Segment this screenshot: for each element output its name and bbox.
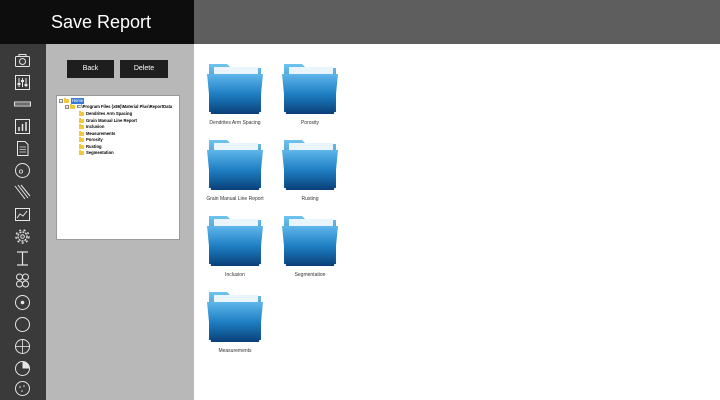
tree-item[interactable]: Rusting bbox=[79, 143, 102, 150]
tree-path[interactable]: − C:\Program Files (x86)\Material Plus\R… bbox=[65, 104, 172, 110]
folder-segmentation[interactable]: Segmentation bbox=[272, 210, 348, 278]
folder-icon bbox=[207, 216, 263, 266]
folder-porosity[interactable]: Porosity bbox=[272, 58, 348, 126]
folder-inclusion[interactable]: Inclusion bbox=[197, 210, 273, 278]
hatching-icon[interactable] bbox=[14, 184, 31, 201]
tree-item-label: Grain Manual Line Report bbox=[86, 117, 137, 123]
tree-item-label: Inclusion bbox=[86, 124, 105, 129]
tree-item[interactable]: Inclusion bbox=[79, 124, 104, 130]
folder-tree[interactable]: − Home − C:\Program Files (x86)\Material… bbox=[56, 95, 180, 240]
folder-dendrites-arm-spacing[interactable]: Dendrites Arm Spacing bbox=[197, 58, 273, 126]
folder-icon bbox=[79, 117, 84, 123]
folder-icon bbox=[282, 64, 338, 114]
line-chart-icon[interactable] bbox=[14, 206, 31, 223]
circle-dot-icon[interactable] bbox=[14, 294, 31, 311]
folder-icon bbox=[79, 111, 84, 116]
folder-icon bbox=[79, 137, 84, 142]
collapse-icon[interactable]: − bbox=[65, 105, 69, 109]
tree-item-label: Porosity bbox=[86, 137, 103, 142]
folder-label: Dendrites Arm Spacing bbox=[209, 120, 261, 126]
tree-item-label: Rusting bbox=[86, 143, 102, 149]
circle-icon[interactable] bbox=[14, 316, 31, 333]
folder-icon bbox=[207, 64, 263, 114]
camera-icon[interactable] bbox=[14, 52, 31, 69]
folder-icon bbox=[207, 140, 263, 190]
folder-icon bbox=[79, 143, 84, 149]
grain-icon[interactable] bbox=[14, 162, 31, 179]
folder-icon bbox=[282, 140, 338, 190]
folder-icon bbox=[64, 98, 69, 103]
title-bar: Save Report bbox=[0, 0, 194, 44]
measure-bar-icon[interactable] bbox=[14, 96, 31, 113]
folder-icon bbox=[207, 292, 263, 342]
crosshair-icon[interactable] bbox=[14, 338, 31, 355]
vertical-scrollbar[interactable] bbox=[713, 44, 720, 400]
top-bar bbox=[194, 0, 720, 44]
i-beam-icon[interactable] bbox=[14, 250, 31, 267]
tree-item-label: Dendrites Arm Spacing bbox=[86, 111, 133, 116]
folder-icon bbox=[79, 150, 84, 155]
folder-label: Rusting bbox=[301, 196, 319, 202]
tree-item[interactable]: Grain Manual Line Report bbox=[79, 117, 137, 124]
tree-item-label: Measurements bbox=[86, 130, 116, 136]
folder-label: Porosity bbox=[300, 120, 320, 126]
tree-item[interactable]: Porosity bbox=[79, 137, 103, 143]
folder-label: Grain Manual Line Report bbox=[206, 196, 264, 202]
collapse-icon[interactable]: − bbox=[59, 99, 63, 103]
bar-chart-icon[interactable] bbox=[14, 118, 31, 135]
report-panel: Back Delete − Home − C:\Program Files (x… bbox=[46, 44, 194, 400]
folder-icon bbox=[282, 216, 338, 266]
folder-rusting[interactable]: Rusting bbox=[272, 134, 348, 202]
folder-label: Measurements bbox=[218, 348, 252, 354]
folder-icon bbox=[79, 130, 84, 136]
folder-icon bbox=[70, 104, 75, 109]
sidebar bbox=[0, 44, 46, 400]
tree-item[interactable]: Dendrites Arm Spacing bbox=[79, 111, 132, 117]
gear-icon[interactable] bbox=[14, 228, 31, 245]
tree-path-label: C:\Program Files (x86)\Material Plus\Rep… bbox=[77, 104, 173, 109]
folder-label: Inclusion bbox=[225, 272, 245, 278]
folder-grain-manual-line-report[interactable]: Grain Manual Line Report bbox=[197, 134, 273, 202]
tree-item[interactable]: Measurements bbox=[79, 130, 116, 137]
document-icon[interactable] bbox=[14, 140, 31, 157]
folder-label: Segmentation bbox=[294, 272, 326, 278]
particles-icon[interactable] bbox=[14, 272, 31, 289]
tree-item-label: Segmentation bbox=[86, 150, 114, 155]
folder-icon bbox=[79, 124, 84, 129]
window-title: Save Report bbox=[51, 12, 152, 32]
dotted-circle-icon[interactable] bbox=[14, 380, 31, 397]
back-button[interactable]: Back bbox=[67, 60, 114, 78]
folder-measurements[interactable]: Measurements bbox=[197, 286, 273, 354]
sliders-icon[interactable] bbox=[14, 74, 31, 91]
pie-icon[interactable] bbox=[14, 360, 31, 377]
tree-item[interactable]: Segmentation bbox=[79, 150, 114, 156]
delete-button[interactable]: Delete bbox=[120, 60, 168, 78]
